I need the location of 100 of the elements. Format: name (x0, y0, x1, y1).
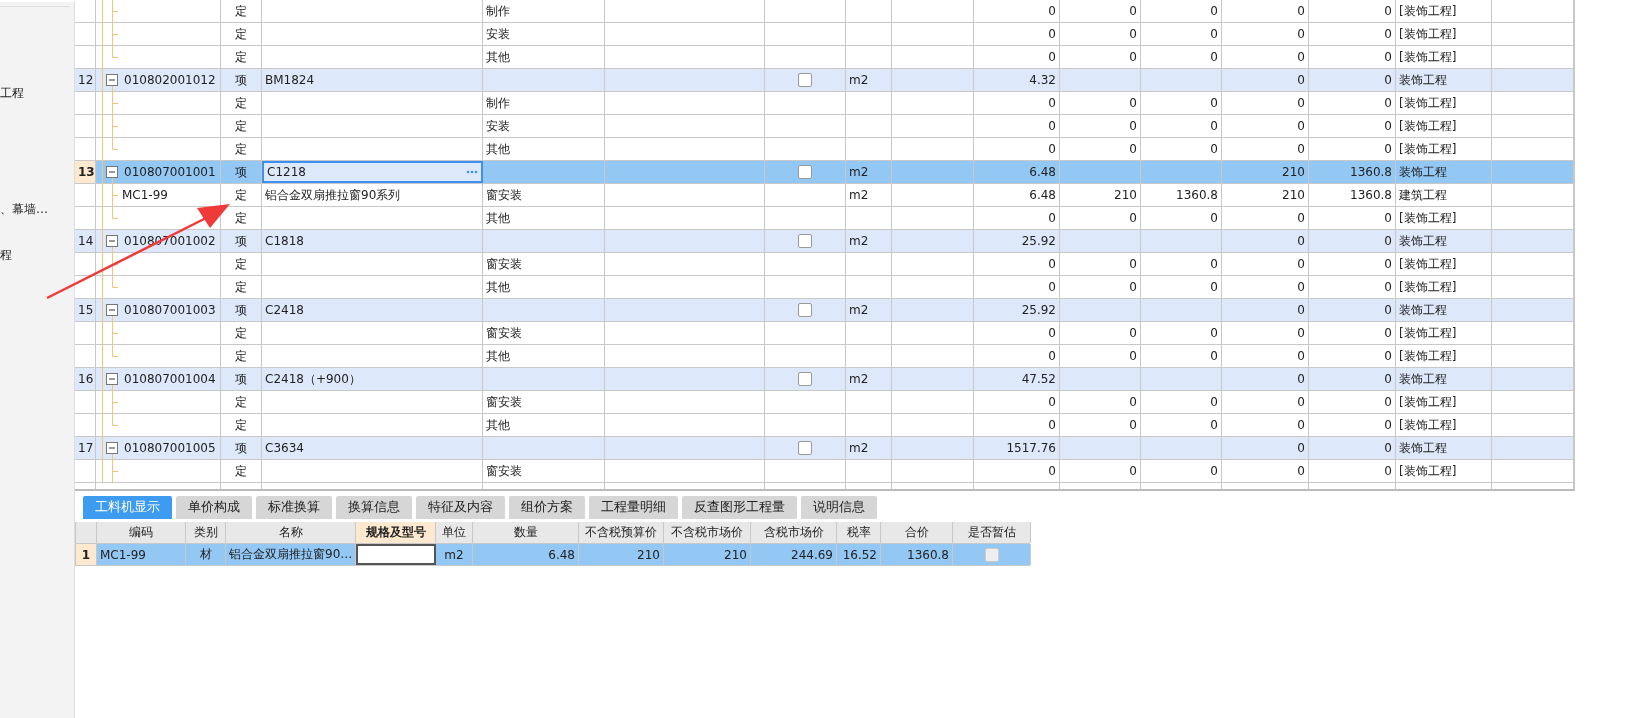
column-header[interactable]: 不含税预算价 (579, 522, 664, 543)
price-text: 0 (1129, 211, 1137, 225)
table-row[interactable]: MC1-99 定 铝合金双扇推拉窗90系列 窗安装 m2 6.48 210 1360.8 210 1360.8 建筑工程 (75, 184, 1574, 207)
table-row[interactable]: 定 安装 0 0 0 0 0 [装饰工程] (75, 115, 1574, 138)
table-row[interactable]: 定 制作 0 0 0 0 0 [装饰工程] (75, 0, 1574, 23)
table-row[interactable]: 定 窗安装 0 0 0 0 0 [装饰工程] (75, 322, 1574, 345)
price-text: 0 (1129, 257, 1137, 271)
table-row[interactable]: 定 窗安装 0 0 0 0 0 [装饰工程] (75, 391, 1574, 414)
type-text: 定 (235, 25, 247, 43)
checkbox[interactable] (798, 441, 812, 455)
checkbox[interactable] (798, 234, 812, 248)
quantity-text: 25.92 (1021, 303, 1056, 317)
table-row[interactable]: 13 010807001001 项 C1218 m2 6.48 210 1360.8 装饰工程 (75, 161, 1574, 184)
tab[interactable]: 标准换算 (256, 496, 332, 519)
table-row[interactable]: 定 其他 0 0 0 0 0 [装饰工程] (75, 276, 1574, 299)
table-row[interactable]: 16 010807001004 项 C2418（+900） m2 47.52 0 0 装饰工程 (75, 368, 1574, 391)
price-text: 0 (1297, 372, 1305, 386)
collapse-icon[interactable] (106, 442, 118, 454)
checkbox[interactable] (984, 547, 999, 562)
table-row[interactable]: 定 制作 0 0 0 0 0 [装饰工程] (75, 92, 1574, 115)
tab[interactable]: 特征及内容 (416, 496, 505, 519)
collapse-icon[interactable] (106, 235, 118, 247)
quantity-text: 0 (1048, 142, 1056, 156)
sidebar-item[interactable]: 程 (0, 247, 74, 263)
collapse-icon[interactable] (106, 166, 118, 178)
sidebar-item[interactable]: 、幕墙… (0, 201, 74, 217)
price-text: 0 (1129, 142, 1137, 156)
category-text: [装饰工程] (1399, 117, 1457, 135)
price-text: 0 (1297, 27, 1305, 41)
table-row[interactable]: 15 010807001003 项 C2418 m2 25.92 0 0 装饰工程 (75, 299, 1574, 322)
checkbox[interactable] (798, 303, 812, 317)
price-text: 0 (1210, 418, 1218, 432)
table-row[interactable]: 1 MC1-99 材 铝合金双扇推拉窗90… m2 6.48 210 210 244.69 16.52 1360.8 (75, 544, 1030, 566)
quantity-text: 0 (1048, 349, 1056, 363)
column-header[interactable]: 规格及型号 (356, 522, 436, 543)
column-header[interactable]: 数量 (473, 522, 579, 543)
table-row[interactable]: 17 010807001005 项 C3634 m2 1517.76 0 0 装饰工程 (75, 437, 1574, 460)
tab[interactable]: 组价方案 (509, 496, 585, 519)
column-header[interactable]: 含税市场价 (751, 522, 837, 543)
column-header[interactable]: 单位 (436, 522, 473, 543)
table-row[interactable]: 12 010802001012 项 BM1824 m2 4.32 0 0 装饰工程 (75, 69, 1574, 92)
sidebar-item[interactable]: 工程 (0, 85, 74, 101)
code-text: 010807001005 (124, 441, 216, 455)
table-cell: 210 (579, 544, 664, 565)
column-header[interactable]: 是否暂估 (953, 522, 1031, 543)
table-row[interactable]: 定 其他 0 0 0 0 0 [装饰工程] (75, 414, 1574, 437)
row-number: 15 (75, 299, 96, 321)
type-text: 项 (235, 301, 247, 319)
price-text: 0 (1384, 50, 1392, 64)
column-header[interactable]: 编码 (97, 522, 186, 543)
price-text: 0 (1297, 73, 1305, 87)
unit-text: m2 (849, 234, 869, 248)
category-text: [装饰工程] (1399, 140, 1457, 158)
price-text: 0 (1384, 372, 1392, 386)
checkbox[interactable] (798, 165, 812, 179)
price-text: 210 (1282, 188, 1305, 202)
tab[interactable]: 工程量明细 (589, 496, 678, 519)
ellipsis-icon[interactable] (466, 170, 478, 174)
tab[interactable]: 换算信息 (336, 496, 412, 519)
type-text: 定 (235, 462, 247, 480)
row-number: 16 (75, 368, 96, 390)
column-header[interactable]: 税率 (837, 522, 881, 543)
table-row[interactable]: 定 窗安装 0 0 0 0 0 [装饰工程] (75, 460, 1574, 483)
table-row[interactable]: 定 窗安装 0 0 0 0 0 [装饰工程] (75, 253, 1574, 276)
name-field[interactable]: C1218 (262, 161, 483, 183)
quantity-text: 0 (1048, 211, 1056, 225)
content-text: 窗安装 (486, 324, 522, 342)
tab[interactable]: 反查图形工程量 (682, 496, 797, 519)
unit-text: m2 (849, 188, 869, 202)
price-text: 0 (1297, 326, 1305, 340)
tab[interactable]: 单价构成 (176, 496, 252, 519)
name-text: C2418 (265, 303, 304, 317)
table-row[interactable]: 定 其他 0 0 0 0 0 [装饰工程] (75, 46, 1574, 69)
spec-input-field[interactable] (356, 544, 436, 565)
price-text: 0 (1297, 50, 1305, 64)
category-text: [装饰工程] (1399, 416, 1457, 434)
checkbox[interactable] (798, 73, 812, 87)
collapse-icon[interactable] (106, 74, 118, 86)
column-header[interactable]: 类别 (186, 522, 226, 543)
table-cell: 210 (664, 544, 751, 565)
tab[interactable]: 说明信息 (801, 496, 877, 519)
price-text: 0 (1210, 50, 1218, 64)
checkbox[interactable] (798, 372, 812, 386)
content-text: 其他 (486, 209, 510, 227)
price-text: 0 (1384, 27, 1392, 41)
column-header[interactable]: 合价 (881, 522, 953, 543)
table-row[interactable]: 定 其他 0 0 0 0 0 [装饰工程] (75, 138, 1574, 161)
column-header[interactable]: 不含税市场价 (664, 522, 751, 543)
price-text: 210 (1282, 165, 1305, 179)
collapse-icon[interactable] (106, 304, 118, 316)
table-row[interactable]: 定 其他 0 0 0 0 0 [装饰工程] (75, 207, 1574, 230)
table-row[interactable]: 定 其他 0 0 0 0 0 [装饰工程] (75, 345, 1574, 368)
price-text: 0 (1210, 4, 1218, 18)
quantity-text: 0 (1048, 326, 1056, 340)
category-text: [装饰工程] (1399, 393, 1457, 411)
collapse-icon[interactable] (106, 373, 118, 385)
name-text: 铝合金双扇推拉窗90系列 (265, 186, 401, 204)
table-row[interactable]: 定 安装 0 0 0 0 0 [装饰工程] (75, 23, 1574, 46)
type-text: 项 (235, 71, 247, 89)
content-text: 窗安装 (486, 186, 522, 204)
